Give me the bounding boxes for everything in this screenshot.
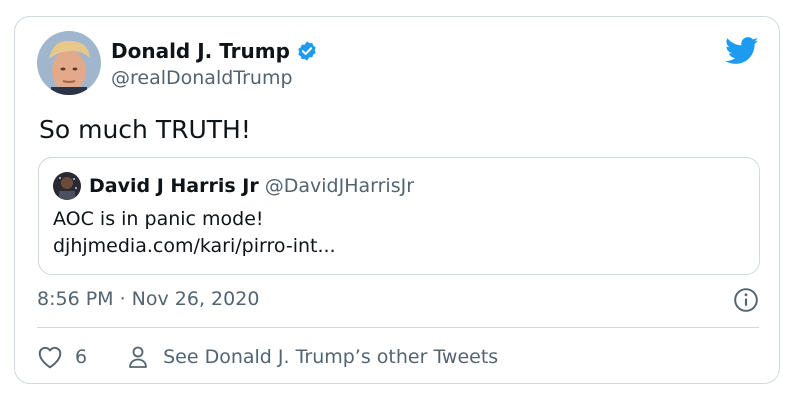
quoted-author-name: David J Harris Jr <box>89 175 259 197</box>
tweet-actions: 6 See Donald J. Trump’s other Tweets <box>37 342 498 372</box>
divider <box>37 327 759 328</box>
author-avatar[interactable] <box>37 31 101 95</box>
quoted-author-avatar <box>53 172 81 200</box>
quoted-text: AOC is in panic mode! <box>53 208 264 230</box>
embedded-tweet-card: Donald J. Trump @realDonaldTrump So much… <box>14 16 780 384</box>
quoted-header: David J Harris Jr @DavidJHarrisJr <box>89 175 414 197</box>
heart-icon <box>37 345 63 369</box>
quoted-author-handle: @DavidJHarrisJr <box>264 175 415 197</box>
person-icon <box>127 345 149 369</box>
tweet-timestamp[interactable]: 8:56 PM · Nov 26, 2020 <box>37 288 259 310</box>
author-handle[interactable]: @realDonaldTrump <box>111 67 293 89</box>
see-other-tweets-link[interactable]: See Donald J. Trump’s other Tweets <box>127 345 498 369</box>
quoted-link[interactable]: djhjmedia.com/kari/pirro-int... <box>53 235 336 257</box>
info-icon[interactable] <box>733 287 759 313</box>
like-count: 6 <box>75 346 88 368</box>
like-button[interactable]: 6 <box>37 345 87 369</box>
author-name-row[interactable]: Donald J. Trump <box>111 39 318 63</box>
twitter-bird-icon[interactable] <box>725 37 759 65</box>
tweet-text: So much TRUTH! <box>39 115 251 144</box>
see-other-tweets-label: See Donald J. Trump’s other Tweets <box>163 346 499 368</box>
author-name[interactable]: Donald J. Trump <box>111 39 290 63</box>
quoted-tweet[interactable]: David J Harris Jr @DavidJHarrisJr AOC is … <box>38 157 760 275</box>
verified-badge-icon <box>296 40 318 62</box>
